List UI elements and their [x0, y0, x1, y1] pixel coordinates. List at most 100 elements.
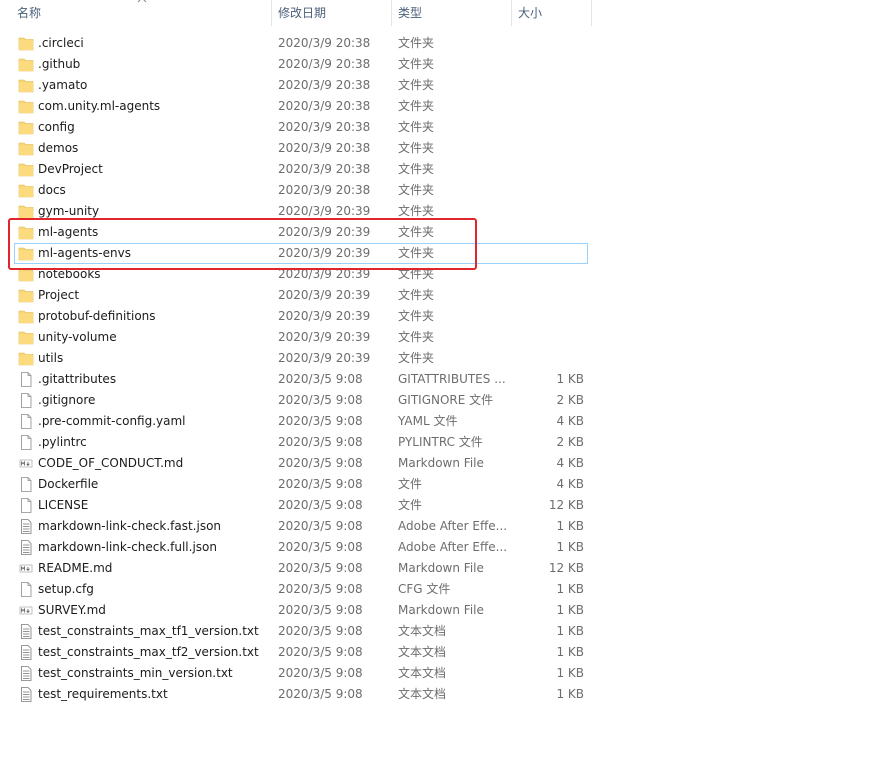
file-row[interactable]: Dockerfile 2020/3/5 9:08 文件 4 KB	[0, 474, 600, 495]
folder-icon	[18, 204, 34, 219]
file-row[interactable]: .pylintrc 2020/3/5 9:08 PYLINTRC 文件 2 KB	[0, 432, 600, 453]
file-modified-date: 2020/3/5 9:08	[278, 540, 363, 554]
file-icon	[18, 414, 34, 429]
file-row[interactable]: .yamato 2020/3/9 20:38 文件夹	[0, 75, 600, 96]
markdown-icon	[18, 561, 34, 576]
file-row[interactable]: .pre-commit-config.yaml 2020/3/5 9:08 YAML…	[0, 411, 600, 432]
file-modified-date: 2020/3/9 20:38	[278, 99, 371, 113]
file-row[interactable]: protobuf-definitions 2020/3/9 20:39 文件夹	[0, 306, 600, 327]
file-name: LICENSE	[38, 498, 89, 512]
file-modified-date: 2020/3/9 20:38	[278, 36, 371, 50]
folder-icon	[18, 36, 34, 51]
file-name: docs	[38, 183, 66, 197]
file-name: test_constraints_max_tf1_version.txt	[38, 624, 259, 638]
file-size: 1 KB	[556, 624, 584, 638]
file-modified-date: 2020/3/9 20:39	[278, 351, 371, 365]
column-divider[interactable]	[591, 0, 592, 26]
file-name: .circleci	[38, 36, 84, 50]
file-row[interactable]: .github 2020/3/9 20:38 文件夹	[0, 54, 600, 75]
file-modified-date: 2020/3/5 9:08	[278, 666, 363, 680]
folder-icon	[18, 288, 34, 303]
file-type: 文本文档	[398, 624, 447, 638]
file-name: utils	[38, 351, 64, 365]
file-list: .circleci 2020/3/9 20:38 文件夹 .github 2020/3/…	[0, 33, 600, 705]
file-row[interactable]: test_requirements.txt 2020/3/5 9:08 文本文档 1 …	[0, 684, 600, 705]
file-row[interactable]: SURVEY.md 2020/3/5 9:08 Markdown File 1 KB	[0, 600, 600, 621]
file-row[interactable]: test_constraints_max_tf2_version.txt 2020…	[0, 642, 600, 663]
column-divider[interactable]	[391, 0, 392, 26]
file-size: 1 KB	[556, 540, 584, 554]
file-row[interactable]: com.unity.ml-agents 2020/3/9 20:38 文件夹	[0, 96, 600, 117]
file-name: DevProject	[38, 162, 103, 176]
markdown-icon	[18, 456, 34, 471]
file-modified-date: 2020/3/9 20:38	[278, 183, 371, 197]
file-type: GITIGNORE 文件	[398, 393, 494, 407]
file-row[interactable]: setup.cfg 2020/3/5 9:08 CFG 文件 1 KB	[0, 579, 600, 600]
file-name: .gitattributes	[38, 372, 117, 386]
file-row[interactable]: DevProject 2020/3/9 20:38 文件夹	[0, 159, 600, 180]
column-header-name[interactable]: 名称	[17, 0, 41, 26]
file-modified-date: 2020/3/5 9:08	[278, 582, 363, 596]
text-file-icon	[18, 645, 34, 660]
file-type: GITATTRIBUTES ...	[398, 372, 506, 386]
file-name: setup.cfg	[38, 582, 94, 596]
file-row[interactable]: Project 2020/3/9 20:39 文件夹	[0, 285, 600, 306]
file-modified-date: 2020/3/9 20:38	[278, 78, 371, 92]
file-name: markdown-link-check.full.json	[38, 540, 217, 554]
file-name: markdown-link-check.fast.json	[38, 519, 222, 533]
folder-icon	[18, 330, 34, 345]
file-icon	[18, 477, 34, 492]
file-modified-date: 2020/3/9 20:39	[278, 309, 371, 323]
column-header-type[interactable]: 类型	[398, 0, 422, 26]
file-row[interactable]: .gitignore 2020/3/5 9:08 GITIGNORE 文件 2 KB	[0, 390, 600, 411]
file-row[interactable]: .gitattributes 2020/3/5 9:08 GITATTRIBUTES…	[0, 369, 600, 390]
file-row[interactable]: markdown-link-check.fast.json 2020/3/5 9:…	[0, 516, 600, 537]
column-header-size[interactable]: 大小	[518, 0, 542, 26]
file-type: 文件夹	[398, 351, 435, 365]
file-type: Adobe After Effe...	[398, 519, 508, 533]
file-name: CODE_OF_CONDUCT.md	[38, 456, 184, 470]
file-size: 1 KB	[556, 666, 584, 680]
sort-ascending-icon	[137, 0, 147, 3]
folder-icon	[18, 162, 34, 177]
file-name: com.unity.ml-agents	[38, 99, 161, 113]
file-name: config	[38, 120, 75, 134]
folder-icon	[18, 57, 34, 72]
file-row[interactable]: utils 2020/3/9 20:39 文件夹	[0, 348, 600, 369]
file-row[interactable]: docs 2020/3/9 20:38 文件夹	[0, 180, 600, 201]
file-row[interactable]: markdown-link-check.full.json 2020/3/5 9:…	[0, 537, 600, 558]
file-modified-date: 2020/3/5 9:08	[278, 393, 363, 407]
file-row[interactable]: config 2020/3/9 20:38 文件夹	[0, 117, 600, 138]
file-type: 文本文档	[398, 645, 447, 659]
file-row[interactable]: test_constraints_max_tf1_version.txt 2020…	[0, 621, 600, 642]
file-icon	[18, 498, 34, 513]
file-size: 1 KB	[556, 687, 584, 701]
file-type: 文件	[398, 498, 423, 512]
column-divider[interactable]	[511, 0, 512, 26]
file-name: Dockerfile	[38, 477, 99, 491]
folder-icon	[18, 78, 34, 93]
file-modified-date: 2020/3/5 9:08	[278, 477, 363, 491]
file-row[interactable]: LICENSE 2020/3/5 9:08 文件 12 KB	[0, 495, 600, 516]
file-modified-date: 2020/3/5 9:08	[278, 372, 363, 386]
file-name: .gitignore	[38, 393, 96, 407]
file-icon	[18, 372, 34, 387]
column-header-modified[interactable]: 修改日期	[278, 0, 326, 26]
file-row[interactable]: test_constraints_min_version.txt 2020/3/5…	[0, 663, 600, 684]
file-modified-date: 2020/3/5 9:08	[278, 498, 363, 512]
file-modified-date: 2020/3/9 20:39	[278, 330, 371, 344]
file-size: 4 KB	[556, 456, 584, 470]
file-name: .yamato	[38, 78, 88, 92]
column-divider[interactable]	[271, 0, 272, 26]
file-size: 4 KB	[556, 414, 584, 428]
file-size: 1 KB	[556, 519, 584, 533]
file-size: 1 KB	[556, 645, 584, 659]
file-row[interactable]: CODE_OF_CONDUCT.md 2020/3/5 9:08 Markdown …	[0, 453, 600, 474]
file-type: 文件夹	[398, 141, 435, 155]
file-size: 1 KB	[556, 582, 584, 596]
file-type: 文件夹	[398, 330, 435, 344]
file-row[interactable]: .circleci 2020/3/9 20:38 文件夹	[0, 33, 600, 54]
file-row[interactable]: README.md 2020/3/5 9:08 Markdown File 12 KB	[0, 558, 600, 579]
file-row[interactable]: demos 2020/3/9 20:38 文件夹	[0, 138, 600, 159]
file-row[interactable]: unity-volume 2020/3/9 20:39 文件夹	[0, 327, 600, 348]
